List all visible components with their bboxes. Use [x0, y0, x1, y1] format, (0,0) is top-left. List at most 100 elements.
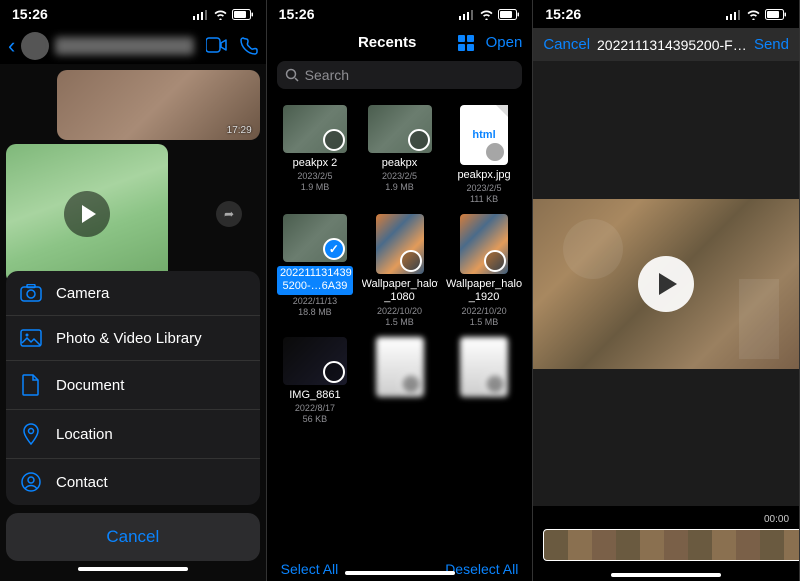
sheet-item-label: Document	[56, 377, 124, 394]
file-size: 1.5 MB	[470, 317, 499, 327]
file-thumbnail	[368, 105, 432, 153]
selection-toggle[interactable]	[400, 373, 422, 395]
select-all-button[interactable]: Select All	[281, 561, 339, 577]
selection-toggle[interactable]	[484, 250, 506, 272]
file-thumbnail	[283, 105, 347, 153]
file-thumbnail	[283, 337, 347, 385]
sheet-item-label: Camera	[56, 285, 109, 302]
forward-icon[interactable]: ➦	[216, 201, 242, 227]
file-date: 2022/10/20	[377, 306, 422, 316]
video-preview[interactable]	[533, 199, 799, 369]
picker-title: Recents	[358, 34, 416, 51]
image-message[interactable]: 17:29	[57, 70, 260, 140]
sheet-item-contact[interactable]: Contact	[6, 459, 260, 505]
status-right	[459, 9, 520, 20]
file-date: 2023/2/5	[382, 171, 417, 181]
play-icon[interactable]	[64, 191, 110, 237]
file-size: 56 KB	[303, 414, 328, 424]
contact-icon	[20, 472, 42, 492]
attachment-action-sheet: Camera Photo & Video Library Document Lo…	[0, 265, 266, 581]
status-bar: 15:26	[533, 0, 799, 28]
file-picker-panel: 15:26 Recents Open Search peakpx 22023/2…	[267, 0, 534, 581]
file-item[interactable]: 202211131439 5200-…6A392022/11/1318.8 MB	[275, 214, 356, 326]
sheet-item-photo-video[interactable]: Photo & Video Library	[6, 316, 260, 361]
whatsapp-chat-panel: 15:26 ‹ 17:29 ➦	[0, 0, 267, 581]
home-indicator[interactable]	[345, 571, 455, 575]
battery-icon	[498, 9, 520, 20]
selection-toggle[interactable]	[484, 373, 506, 395]
grid-view-icon[interactable]	[458, 35, 474, 51]
send-button[interactable]: Send	[754, 36, 789, 53]
file-thumbnail	[460, 337, 508, 397]
deselect-all-button[interactable]: Deselect All	[445, 561, 518, 577]
signal-icon	[193, 9, 209, 20]
search-input[interactable]: Search	[277, 61, 523, 89]
file-item[interactable]	[444, 337, 525, 424]
phone-call-icon[interactable]	[240, 37, 258, 55]
wifi-icon	[746, 9, 761, 20]
avatar[interactable]	[21, 32, 49, 60]
video-call-icon[interactable]	[206, 37, 228, 53]
file-item[interactable]: peakpx 22023/2/51.9 MB	[275, 105, 356, 204]
files-grid: peakpx 22023/2/51.9 MBpeakpx2023/2/51.9 …	[267, 99, 533, 581]
battery-icon	[765, 9, 787, 20]
selection-toggle[interactable]	[323, 238, 345, 260]
selection-toggle[interactable]	[323, 129, 345, 151]
selection-toggle[interactable]	[400, 250, 422, 272]
file-date: 2023/2/5	[467, 183, 502, 193]
file-item[interactable]: peakpx2023/2/51.9 MB	[359, 105, 440, 204]
file-date: 2022/8/17	[295, 403, 335, 413]
signal-icon	[459, 9, 475, 20]
file-name: peakpx 2	[293, 157, 338, 170]
file-item[interactable]: Wallpaper_halowee…_1080 2022/10/201.5 MB	[359, 214, 440, 326]
sheet-item-location[interactable]: Location	[6, 410, 260, 459]
file-size: 1.5 MB	[385, 317, 414, 327]
search-icon	[285, 68, 299, 82]
selection-toggle[interactable]	[323, 361, 345, 383]
file-item[interactable]: Wallpaper_halowee…_1920 2022/10/201.5 MB	[444, 214, 525, 326]
sheet-item-label: Photo & Video Library	[56, 330, 202, 347]
file-thumbnail	[283, 214, 347, 262]
back-icon[interactable]: ‹	[8, 33, 15, 59]
signal-icon	[726, 9, 742, 20]
file-thumbnail: html	[460, 105, 508, 165]
sheet-item-label: Contact	[56, 474, 108, 491]
sheet-item-camera[interactable]: Camera	[6, 271, 260, 316]
status-bar: 15:26	[267, 0, 533, 28]
status-right	[193, 9, 254, 20]
status-time: 15:26	[545, 6, 581, 22]
camera-icon	[20, 284, 42, 302]
contact-name[interactable]	[55, 37, 193, 55]
file-name: Wallpaper_halowee…_1920	[446, 278, 522, 304]
file-item[interactable]: htmlpeakpx.jpg2023/2/5111 KB	[444, 105, 525, 204]
file-date: 2022/10/20	[462, 306, 507, 316]
home-indicator[interactable]	[611, 573, 721, 577]
file-thumbnail	[376, 214, 424, 274]
file-item[interactable]	[359, 337, 440, 424]
file-thumbnail	[460, 214, 508, 274]
cancel-button[interactable]: Cancel	[6, 513, 260, 561]
file-name: peakpx	[382, 157, 417, 170]
home-indicator[interactable]	[78, 567, 188, 571]
status-time: 15:26	[279, 6, 315, 22]
wifi-icon	[213, 9, 228, 20]
play-icon[interactable]	[638, 256, 694, 312]
message-timestamp: 17:29	[227, 125, 252, 136]
file-name: peakpx.jpg	[457, 169, 510, 182]
cancel-button[interactable]: Cancel	[543, 36, 590, 53]
selection-toggle[interactable]	[408, 129, 430, 151]
file-date: 2023/2/5	[297, 171, 332, 181]
file-date: 2022/11/13	[293, 296, 337, 306]
picker-footer: Select All Deselect All	[267, 551, 533, 581]
file-name: IMG_8861	[289, 389, 340, 402]
sheet-item-document[interactable]: Document	[6, 361, 260, 410]
selection-toggle[interactable]	[484, 141, 506, 163]
file-name: Wallpaper_halowee…_1080	[362, 278, 438, 304]
picker-header: Recents Open	[267, 28, 533, 57]
file-item[interactable]: IMG_88612022/8/1756 KB	[275, 337, 356, 424]
open-button[interactable]: Open	[486, 34, 523, 51]
photo-library-icon	[20, 329, 42, 347]
video-message[interactable]	[6, 144, 168, 284]
timeline-time: 00:00	[764, 514, 789, 525]
timeline-scrubber[interactable]	[543, 529, 800, 561]
